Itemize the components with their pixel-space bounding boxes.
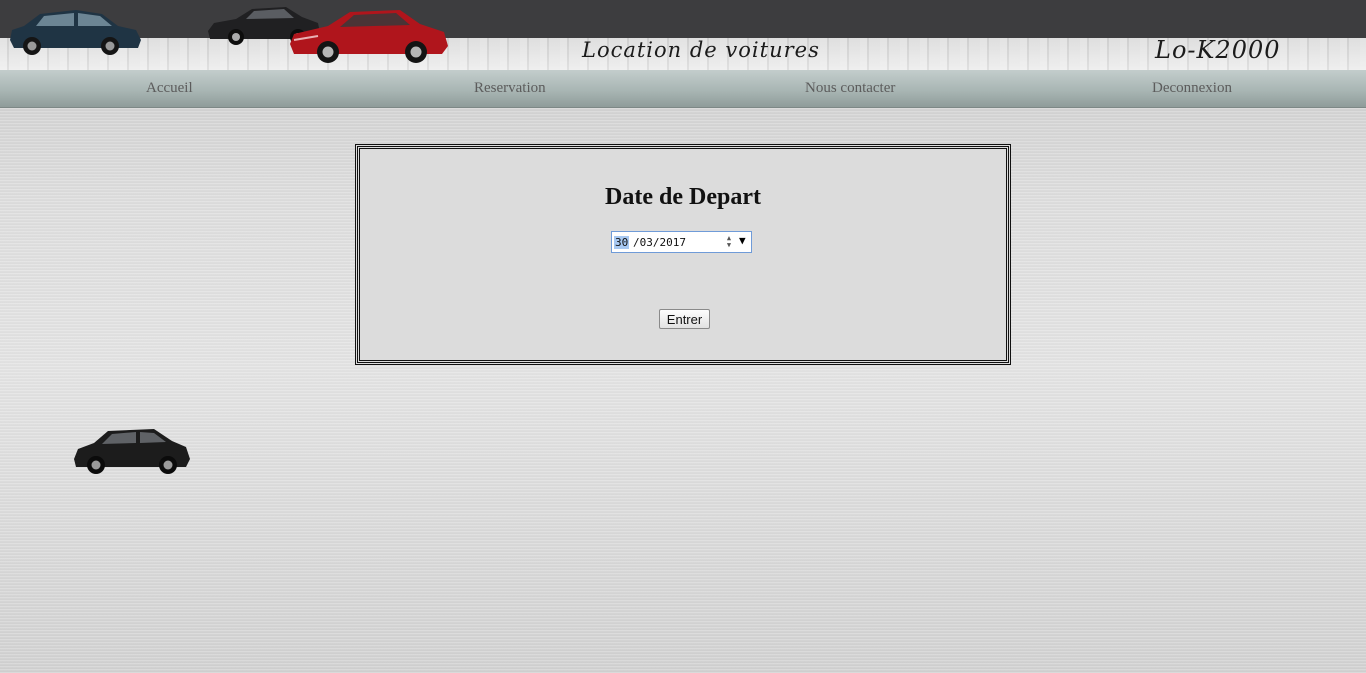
- blue-suv-icon: [10, 10, 141, 55]
- form-inner-border: [359, 148, 1007, 361]
- departure-date-input[interactable]: 30 /03/2017 ▲ ▼ ▼: [611, 231, 752, 253]
- nav-item-accueil[interactable]: Accueil: [146, 80, 193, 97]
- form-title: Date de Depart: [605, 184, 761, 210]
- nav-item-deconnexion[interactable]: Deconnexion: [1152, 80, 1232, 97]
- red-sedan-icon: [290, 10, 448, 63]
- site-header: Location de voitures Lo-K2000: [0, 0, 1366, 70]
- main-nav: Accueil Reservation Nous contacter Decon…: [0, 70, 1366, 108]
- nav-item-reservation[interactable]: Reservation: [474, 80, 546, 97]
- nav-item-nous-contacter[interactable]: Nous contacter: [805, 80, 895, 97]
- black-suv-icon: [74, 429, 190, 474]
- site-title: Location de voitures: [582, 38, 820, 62]
- chevron-down-icon[interactable]: ▼: [739, 234, 746, 247]
- date-day-segment[interactable]: 30: [614, 236, 630, 249]
- spinner-arrows-icon[interactable]: ▲ ▼: [724, 235, 734, 250]
- brand-logo: Lo-K2000: [1155, 36, 1281, 64]
- date-month-year-segment[interactable]: /03/2017: [633, 236, 686, 249]
- departure-date-form: Date de Depart 30 /03/2017 ▲ ▼ ▼ Entrer: [355, 144, 1011, 365]
- enter-button[interactable]: Entrer: [659, 309, 710, 329]
